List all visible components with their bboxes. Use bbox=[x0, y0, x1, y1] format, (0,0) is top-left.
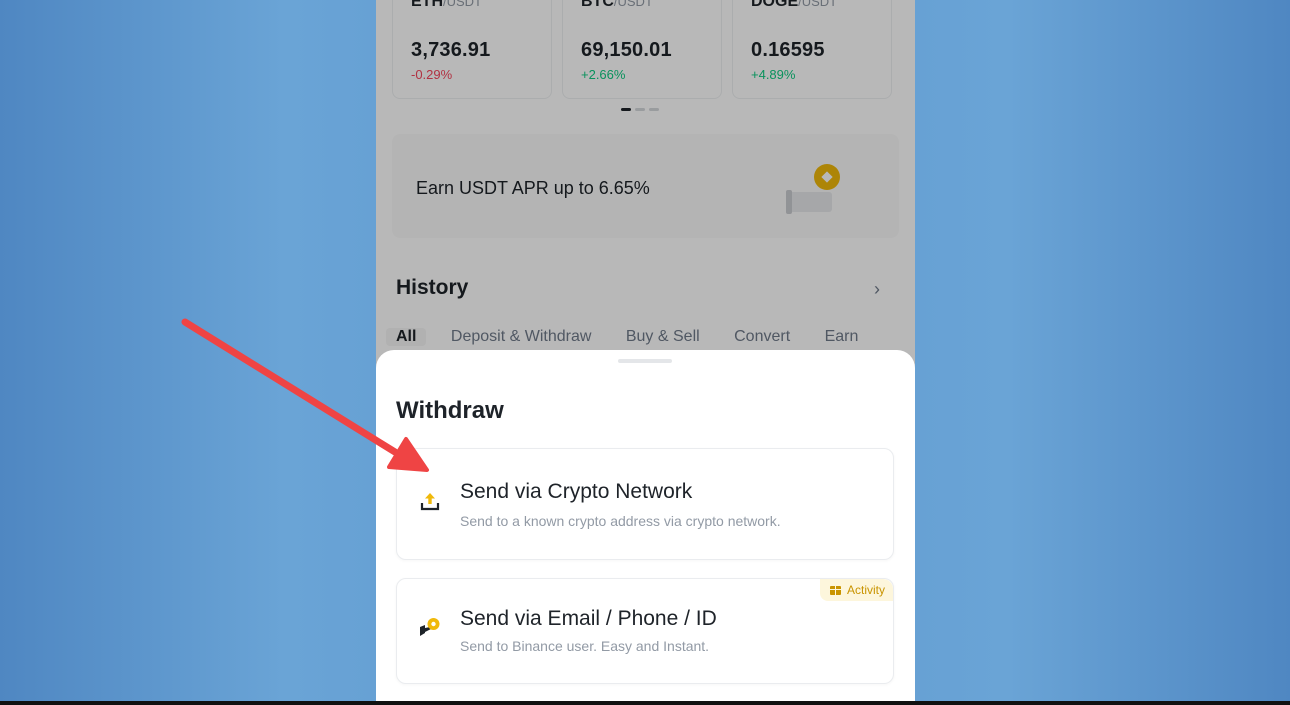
activity-badge-label: Activity bbox=[846, 583, 885, 597]
send-coin-icon bbox=[417, 616, 443, 642]
gift-icon bbox=[829, 586, 841, 595]
option-title: Send via Crypto Network bbox=[460, 480, 693, 503]
upload-tray-icon bbox=[417, 489, 443, 515]
phone-screen: ETH/USDT 3,736.91 -0.29% BTC/USDT 69,150… bbox=[376, 0, 915, 701]
option-description: Send to Binance user. Easy and Instant. bbox=[460, 638, 710, 654]
withdraw-sheet: Withdraw Send via Crypto Network Send to… bbox=[376, 350, 915, 701]
video-bottom-bar bbox=[0, 701, 1290, 705]
send-via-email-phone-id-option[interactable]: Activity Send via Email / Phone / ID Sen… bbox=[396, 578, 894, 684]
activity-badge: Activity bbox=[819, 579, 893, 601]
sheet-drag-handle[interactable] bbox=[618, 359, 672, 363]
sheet-title: Withdraw bbox=[396, 397, 504, 424]
option-description: Send to a known crypto address via crypt… bbox=[460, 513, 781, 529]
send-via-crypto-network-option[interactable]: Send via Crypto Network Send to a known … bbox=[396, 448, 894, 560]
option-title: Send via Email / Phone / ID bbox=[460, 607, 717, 630]
